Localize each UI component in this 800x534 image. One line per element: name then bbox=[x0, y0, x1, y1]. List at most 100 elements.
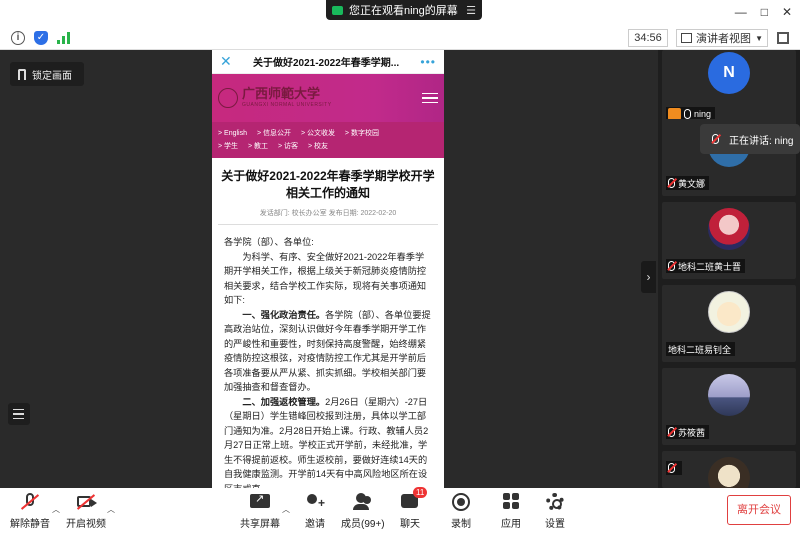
window-controls: — □ ✕ bbox=[735, 5, 792, 19]
chevron-up-icon[interactable]: ︿ bbox=[52, 504, 60, 515]
participant-tile[interactable]: 苏筱茜 bbox=[662, 368, 796, 445]
nav-link[interactable]: 信息公开 bbox=[263, 130, 291, 137]
nav-link[interactable]: 访客 bbox=[284, 143, 298, 150]
participant-namebar: 苏筱茜 bbox=[666, 425, 710, 439]
camera-icon bbox=[332, 5, 343, 15]
leave-meeting-button[interactable]: 离开会议 bbox=[727, 495, 791, 525]
members-button[interactable]: 成员(99+) bbox=[341, 492, 385, 530]
maximize-button[interactable]: □ bbox=[761, 5, 768, 19]
avatar: N bbox=[708, 52, 750, 94]
chat-button[interactable]: 11 聊天 bbox=[399, 487, 428, 530]
microphone-muted-icon bbox=[668, 427, 675, 437]
view-mode-dropdown[interactable]: 演讲者视图 ▼ bbox=[676, 29, 768, 47]
chat-label: 聊天 bbox=[400, 519, 420, 530]
chevron-up-icon[interactable]: ︿ bbox=[107, 504, 115, 515]
settings-button[interactable]: 设置 bbox=[544, 492, 566, 530]
nav-link[interactable]: 数字校园 bbox=[351, 130, 379, 137]
nav-link[interactable]: 校友 bbox=[314, 143, 328, 150]
start-video-button[interactable]: 开启视频 bbox=[66, 492, 106, 530]
participant-name: 地科二班黄士晋 bbox=[678, 261, 742, 272]
active-speaker-text: 正在讲话: ning bbox=[729, 135, 794, 147]
participant-tile[interactable] bbox=[662, 451, 796, 488]
microphone-muted-icon bbox=[668, 178, 675, 188]
share-screen-label: 共享屏幕 bbox=[240, 519, 280, 530]
article-title: 关于做好2021-2022年春季学期学校开学相关工作的通知 bbox=[221, 169, 435, 200]
list-toggle-button[interactable] bbox=[8, 403, 30, 425]
members-label: 成员(99+) bbox=[341, 519, 385, 530]
participant-name: 黄文娜 bbox=[678, 178, 706, 189]
article-meta: 发话部门: 校长办公室 发布日期: 2022-02-20 bbox=[218, 208, 438, 225]
participant-tile[interactable]: 地科二班黄士晋 bbox=[662, 202, 796, 279]
paragraph: 为科学、有序、安全做好2021-2022年春季学期开学相关工作，根据上级关于新冠… bbox=[224, 251, 427, 306]
shield-icon[interactable]: ✓ bbox=[34, 31, 48, 45]
fullscreen-icon[interactable] bbox=[777, 32, 789, 44]
paragraph: 各学院（部）、各单位: bbox=[224, 237, 314, 247]
participant-namebar: 黄文娜 bbox=[666, 176, 710, 190]
chevron-down-icon: ▼ bbox=[755, 33, 763, 43]
apps-button[interactable]: 应用 bbox=[500, 492, 522, 530]
invite-label: 邀请 bbox=[305, 519, 325, 530]
settings-label: 设置 bbox=[545, 519, 565, 530]
unread-badge: 11 bbox=[413, 487, 428, 498]
minimize-button[interactable]: — bbox=[735, 5, 747, 19]
info-icon[interactable]: i bbox=[11, 31, 25, 45]
section-heading: 二、加强返校管理。 bbox=[242, 396, 326, 407]
nav-row-2: > 学生 > 教工 > 访客 > 校友 bbox=[218, 143, 328, 150]
logo-chinese: 广西师範大学 bbox=[242, 87, 321, 102]
invite-button[interactable]: 邀请 bbox=[304, 492, 326, 530]
shared-screen-area: 锁定画面 › ✕ 关于做好2021-2022年春季学期... ••• 广西师範大… bbox=[0, 50, 658, 488]
university-logo: 广西师範大学 GUANGXI NORMAL UNIVERSITY bbox=[218, 88, 332, 108]
hamburger-icon[interactable] bbox=[422, 92, 438, 104]
microphone-muted-icon bbox=[668, 463, 675, 473]
layout-icon bbox=[681, 33, 692, 43]
paragraph: 一、强化政治责任。各学院（部）、各单位要提高政治站位，深刻认识做好今年春季学期开… bbox=[224, 309, 431, 393]
nav-row-1: > English > 信息公开 > 公文收发 > 数字校园 bbox=[218, 130, 379, 137]
section-heading: 一、强化政治责任。 bbox=[242, 309, 326, 320]
participant-namebar: 地科二班黄士晋 bbox=[666, 259, 746, 273]
webview-title: 关于做好2021-2022年春季学期... bbox=[252, 58, 400, 69]
share-status-text: 您正在观看ning的屏幕 bbox=[349, 5, 458, 17]
record-button[interactable]: 录制 bbox=[450, 492, 472, 530]
site-nav: > English > 信息公开 > 公文收发 > 数字校园 > 学生 > 教工… bbox=[212, 122, 444, 158]
chevron-up-icon[interactable]: ︿ bbox=[282, 504, 290, 515]
more-icon[interactable]: ••• bbox=[420, 55, 436, 69]
record-icon bbox=[452, 493, 470, 511]
microphone-muted-icon bbox=[712, 134, 719, 144]
nav-link[interactable]: 学生 bbox=[224, 143, 238, 150]
add-user-icon bbox=[307, 494, 325, 510]
meeting-controls-bar: 解除静音 ︿ 开启视频 ︿ 共享屏幕 ︿ 邀请 成员(99+) 11 聊天 录制… bbox=[0, 487, 800, 534]
participant-tile[interactable]: 地科二班易钊全 bbox=[662, 285, 796, 362]
close-icon[interactable]: ✕ bbox=[220, 53, 232, 70]
start-video-label: 开启视频 bbox=[66, 519, 106, 530]
share-screen-button[interactable]: 共享屏幕 bbox=[240, 492, 280, 530]
nav-link[interactable]: 教工 bbox=[254, 143, 268, 150]
apps-icon bbox=[503, 493, 519, 509]
participant-panel: N ning 黄文娜 地科二班黄士晋 地科二班易钊全 苏筱茜 bbox=[658, 50, 800, 488]
participant-name: 苏筱茜 bbox=[678, 427, 706, 438]
collapse-panel-button[interactable]: › bbox=[641, 261, 656, 293]
pin-icon bbox=[18, 68, 26, 80]
participant-name: 地科二班易钊全 bbox=[668, 344, 732, 355]
participant-tile[interactable]: N ning bbox=[662, 50, 796, 127]
menu-icon[interactable]: ☰ bbox=[466, 4, 476, 17]
avatar bbox=[708, 208, 750, 250]
avatar bbox=[708, 291, 750, 333]
lock-view-button[interactable]: 锁定画面 bbox=[10, 62, 84, 86]
window-titlebar: 您正在观看ning的屏幕 ☰ — □ ✕ bbox=[0, 0, 800, 26]
meeting-timer: 34:56 bbox=[628, 29, 668, 47]
signal-icon[interactable] bbox=[57, 32, 71, 44]
nav-link[interactable]: English bbox=[224, 130, 247, 137]
participant-name: ning bbox=[694, 109, 712, 119]
participant-namebar: 地科二班易钊全 bbox=[666, 342, 736, 356]
university-banner: 广西师範大学 GUANGXI NORMAL UNIVERSITY bbox=[212, 74, 444, 122]
gear-icon bbox=[546, 493, 564, 511]
logo-english: GUANGXI NORMAL UNIVERSITY bbox=[242, 102, 332, 108]
article-body: 各学院（部）、各单位: 为科学、有序、安全做好2021-2022年春季学期开学相… bbox=[212, 225, 444, 488]
share-status-pill[interactable]: 您正在观看ning的屏幕 ☰ bbox=[326, 0, 482, 20]
nav-link[interactable]: 公文收发 bbox=[307, 130, 335, 137]
close-button[interactable]: ✕ bbox=[782, 5, 792, 19]
meeting-toolbar: i ✓ 34:56 演讲者视图 ▼ bbox=[0, 26, 800, 50]
seal-icon bbox=[218, 88, 238, 108]
shared-phone-screen: ✕ 关于做好2021-2022年春季学期... ••• 广西师範大学 GUANG… bbox=[212, 50, 444, 488]
unmute-button[interactable]: 解除静音 bbox=[10, 492, 50, 530]
